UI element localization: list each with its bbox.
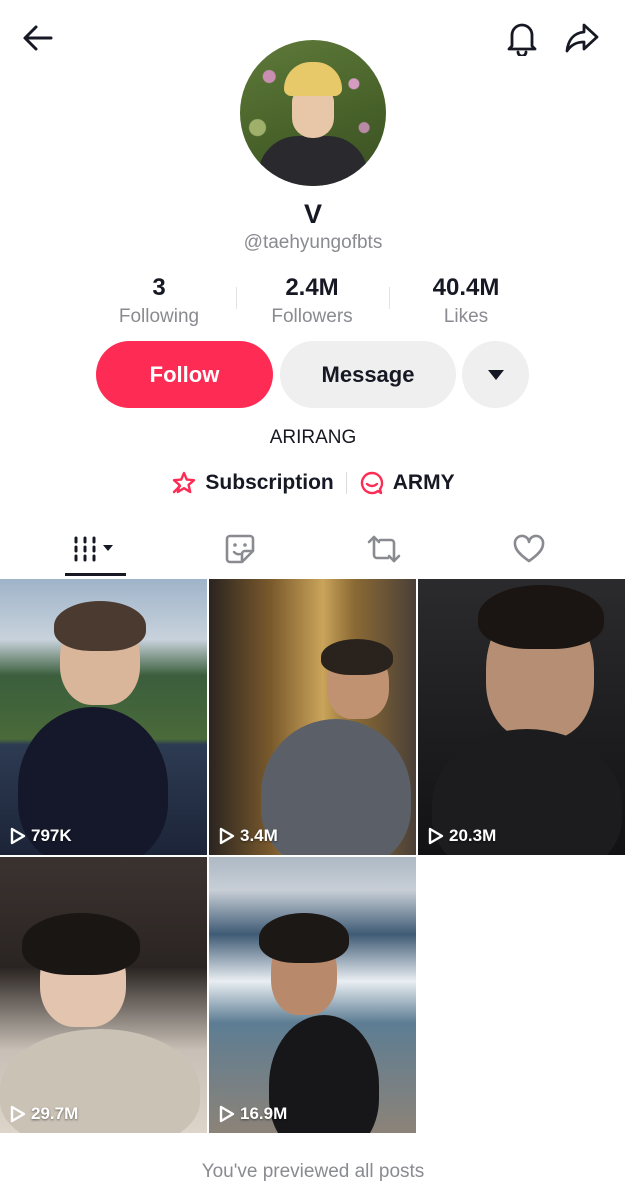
profile-links: Subscription ARMY — [0, 470, 626, 496]
view-count: 3.4M — [219, 826, 278, 846]
view-count: 29.7M — [10, 1104, 78, 1124]
avatar-body-shape — [258, 136, 368, 186]
thumbnail-hair-shape — [22, 913, 140, 975]
tab-stickers[interactable] — [162, 520, 318, 578]
video-thumbnail[interactable]: 20.3M — [418, 579, 625, 855]
stat-value: 3 — [152, 274, 166, 301]
video-thumbnail[interactable]: 797K — [0, 579, 207, 855]
stat-value: 40.4M — [432, 274, 500, 301]
play-icon — [219, 827, 235, 845]
view-count-label: 20.3M — [449, 826, 497, 845]
back-arrow-icon — [23, 25, 53, 51]
share-button[interactable] — [560, 16, 604, 60]
notification-button[interactable] — [500, 16, 544, 60]
stat-label: Likes — [443, 306, 489, 327]
star-badge-icon — [173, 471, 196, 494]
view-count-label: 797K — [31, 826, 72, 845]
view-count: 797K — [10, 826, 72, 846]
bell-icon — [507, 23, 537, 56]
video-thumbnail[interactable]: 16.9M — [209, 857, 416, 1133]
thumbnail-hair-shape — [259, 913, 349, 963]
back-button[interactable] — [16, 16, 60, 60]
army-link[interactable]: ARMY — [359, 470, 455, 496]
profile-name: V — [303, 199, 322, 229]
more-options-button[interactable] — [462, 341, 529, 408]
share-arrow-icon — [565, 23, 599, 53]
heart-icon — [513, 534, 545, 563]
view-count-label: 29.7M — [31, 1104, 79, 1123]
message-button[interactable]: Message — [280, 341, 456, 408]
thumbnail-hair-shape — [54, 601, 146, 651]
stat-followers[interactable]: 2.4M Followers — [237, 274, 387, 328]
tab-videos[interactable] — [18, 520, 174, 578]
stat-value: 2.4M — [285, 274, 339, 301]
tab-reposts[interactable] — [306, 520, 462, 578]
link-divider — [345, 472, 347, 494]
thumbnail-hair-shape — [321, 639, 393, 675]
tab-liked[interactable] — [451, 520, 607, 578]
avatar[interactable] — [240, 40, 386, 186]
play-icon — [10, 1105, 26, 1123]
active-tab-indicator — [65, 573, 126, 576]
video-thumbnail[interactable]: 29.7M — [0, 857, 207, 1133]
subscription-link[interactable]: Subscription — [171, 470, 334, 496]
repost-icon — [367, 535, 401, 563]
profile-tabs — [0, 520, 626, 578]
thumbnail-body-shape — [261, 719, 411, 855]
thumbnail-hair-shape — [478, 585, 604, 649]
chat-bubble-icon — [360, 471, 383, 495]
profile-handle: @taehyungofbts — [243, 232, 383, 253]
sticker-icon — [225, 534, 255, 564]
play-icon — [428, 827, 444, 845]
profile-bio: ARIRANG — [269, 427, 357, 448]
view-count: 20.3M — [428, 826, 496, 846]
view-count: 16.9M — [219, 1104, 287, 1124]
play-icon — [10, 827, 26, 845]
view-count-label: 3.4M — [240, 826, 278, 845]
stat-label: Following — [118, 306, 200, 327]
end-of-posts-message: You've previewed all posts — [201, 1161, 425, 1182]
stat-following[interactable]: 3 Following — [84, 274, 234, 328]
subscription-label: Subscription — [205, 471, 334, 494]
stat-divider — [389, 287, 390, 309]
stat-label: Followers — [271, 306, 353, 327]
videos-grid-icon — [74, 536, 113, 562]
avatar-hat-shape — [284, 62, 342, 96]
play-icon — [219, 1105, 235, 1123]
caret-down-icon — [487, 369, 504, 380]
view-count-label: 16.9M — [240, 1104, 288, 1123]
video-thumbnail[interactable]: 3.4M — [209, 579, 416, 855]
army-label: ARMY — [392, 471, 455, 494]
follow-button[interactable]: Follow — [96, 341, 273, 408]
stat-likes[interactable]: 40.4M Likes — [391, 274, 541, 328]
